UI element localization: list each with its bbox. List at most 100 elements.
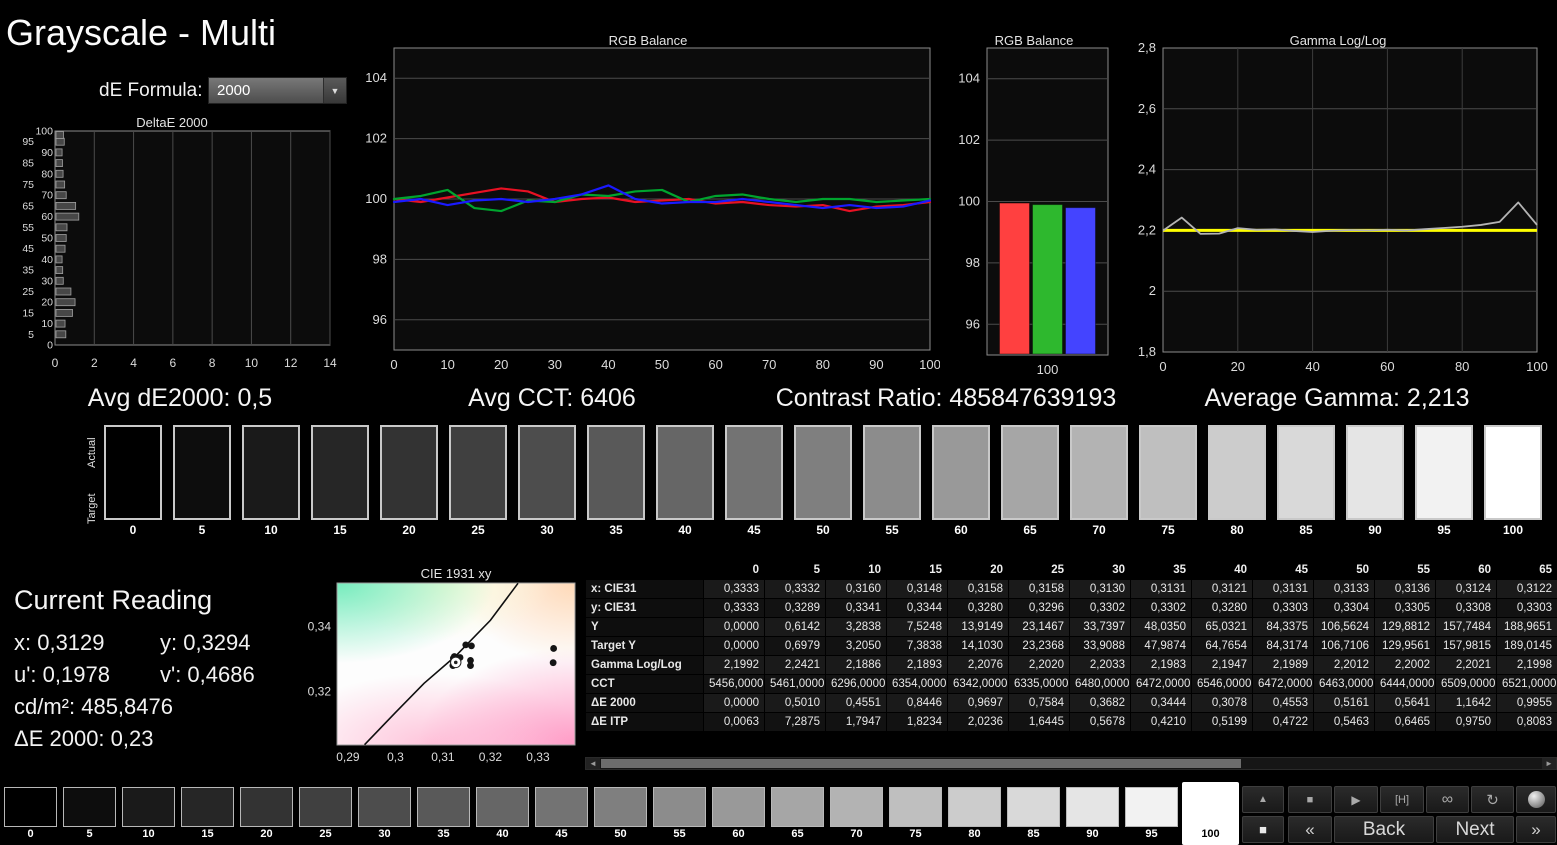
- grayscale-patch-bottom[interactable]: 55: [651, 782, 708, 845]
- table-cell: 0,3302: [1130, 598, 1192, 618]
- grayscale-patch-bottom[interactable]: 65: [769, 782, 826, 845]
- grayscale-patch-top: 85: [1277, 425, 1335, 537]
- swatch-label: 55: [885, 523, 899, 537]
- table-row: Gamma Log/Log 2,1992 2,2421 2,1886 2,1893 2,2…: [585, 655, 1557, 675]
- table-row: Target Y 0,0000 0,6979 3,2050 7,3838 14,1030 2…: [585, 636, 1557, 656]
- grayscale-patch-bottom[interactable]: 95: [1123, 782, 1180, 845]
- table-cell: 6444,0000: [1374, 674, 1436, 694]
- stat-avg-de2000: Avg dE2000: 0,5: [87, 384, 273, 412]
- svg-text:0,33: 0,33: [526, 750, 550, 764]
- next-button[interactable]: Next: [1436, 816, 1514, 843]
- swatch-fill: [948, 787, 1001, 827]
- svg-text:102: 102: [365, 131, 387, 146]
- table-cell: 0,5678: [1069, 712, 1131, 732]
- table-cell: 0,3136: [1374, 579, 1436, 599]
- column-header: 30: [1069, 560, 1131, 580]
- grayscale-patch-bottom[interactable]: 5: [61, 782, 118, 845]
- swatch-fill: [712, 787, 765, 827]
- grayscale-patch-top: 60: [932, 425, 990, 537]
- swatch-label: 35: [609, 523, 623, 537]
- table-cell: 0,3303: [1496, 598, 1557, 618]
- table-cell: 13,9149: [947, 617, 1009, 637]
- app-window: Grayscale - Multi dE Formula: 2000 ▼ Del…: [0, 0, 1557, 845]
- scroll-up-button[interactable]: ▲: [1242, 786, 1284, 813]
- svg-text:85: 85: [22, 158, 34, 170]
- swatch-label: 95: [1145, 828, 1158, 840]
- grayscale-patch-bottom[interactable]: 35: [415, 782, 472, 845]
- grayscale-patch-bottom[interactable]: 20: [238, 782, 295, 845]
- swatch-label: 45: [555, 828, 568, 840]
- table-cell: 0,3682: [1069, 693, 1131, 713]
- swatch-label: 30: [378, 828, 391, 840]
- grayscale-patch-bottom[interactable]: 50: [592, 782, 649, 845]
- table-cell: 2,1992: [703, 655, 765, 675]
- table-cell: 6521,0000: [1496, 674, 1557, 694]
- infinity-button[interactable]: ∞: [1426, 786, 1469, 813]
- grayscale-patch-bottom[interactable]: 25: [297, 782, 354, 845]
- grayscale-patch-bottom[interactable]: 70: [828, 782, 885, 845]
- table-row: y: CIE31 0,3333 0,3289 0,3341 0,3344 0,3280 0,…: [585, 598, 1557, 618]
- svg-text:40: 40: [601, 357, 615, 372]
- play-button[interactable]: ▶: [1334, 786, 1378, 813]
- scrollbar-thumb[interactable]: [601, 759, 1241, 768]
- table-cell: 2,2002: [1374, 655, 1436, 675]
- swatch-label: 60: [954, 523, 968, 537]
- stat-avg-cct: Avg CCT: 6406: [468, 384, 636, 412]
- grayscale-patch-bottom[interactable]: 85: [1005, 782, 1062, 845]
- grayscale-patch-bottom[interactable]: 45: [533, 782, 590, 845]
- grayscale-patch-top: 45: [725, 425, 783, 537]
- swatch-fill: [535, 787, 588, 827]
- reading-de2000: ΔE 2000: 0,23: [14, 726, 154, 751]
- grayscale-patch-bottom[interactable]: 40: [474, 782, 531, 845]
- grayscale-patch-bottom[interactable]: 80: [946, 782, 1003, 845]
- table-cell: 2,2033: [1069, 655, 1131, 675]
- gamma-chart-canvas: 1,8 2 2,2 2,4 2,6 2,8 0 20 40 60 80 100: [1138, 40, 1548, 374]
- grayscale-patch-bottom[interactable]: 15: [179, 782, 236, 845]
- sphere-icon: [1527, 791, 1545, 808]
- de-formula-value: 2000: [217, 82, 251, 99]
- column-header: 45: [1252, 560, 1314, 580]
- table-cell: 6342,0000: [947, 674, 1009, 694]
- back-button[interactable]: Back: [1334, 816, 1434, 843]
- table-cell: 0,3131: [1252, 579, 1314, 599]
- scroll-right-icon[interactable]: ►: [1542, 758, 1556, 769]
- sphere-button[interactable]: [1516, 786, 1556, 813]
- black-square-button[interactable]: ■: [1242, 816, 1284, 843]
- table-cell: 129,8812: [1374, 617, 1436, 637]
- rgb-balance-line-canvas: 96 98 100 102 104 0 10 20 30 40 50 60 70 80 90 100: [365, 47, 940, 372]
- grayscale-patch-bottom[interactable]: 100: [1182, 782, 1239, 845]
- grayscale-patch-bottom[interactable]: 75: [887, 782, 944, 845]
- scroll-left-icon[interactable]: ◄: [586, 758, 600, 769]
- svg-text:96: 96: [966, 316, 980, 331]
- grayscale-patch-bottom[interactable]: 60: [710, 782, 767, 845]
- svg-text:100: 100: [365, 191, 387, 206]
- page-last-button[interactable]: »: [1516, 816, 1556, 843]
- swatch-fill: [1125, 787, 1178, 827]
- swatch-fill: [594, 787, 647, 827]
- column-header: 65: [1496, 560, 1557, 580]
- table-horizontal-scrollbar[interactable]: ◄ ►: [585, 757, 1557, 770]
- de-formula-dropdown[interactable]: 2000 ▼: [208, 77, 347, 104]
- grayscale-patch-bottom[interactable]: 90: [1064, 782, 1121, 845]
- svg-text:4: 4: [130, 356, 137, 370]
- grayscale-patch-top: 5: [173, 425, 231, 537]
- page-first-button[interactable]: «: [1288, 816, 1332, 843]
- grayscale-patch-bottom[interactable]: 0: [2, 782, 59, 845]
- table-cell: 0,3133: [1313, 579, 1375, 599]
- grayscale-patch-bottom[interactable]: 10: [120, 782, 177, 845]
- svg-text:40: 40: [41, 254, 53, 266]
- grayscale-patch-top: 80: [1208, 425, 1266, 537]
- refresh-button[interactable]: ↻: [1471, 786, 1514, 813]
- de-formula-label: dE Formula:: [99, 80, 203, 101]
- svg-text:104: 104: [365, 70, 387, 85]
- table-cell: 0,4551: [825, 693, 887, 713]
- table-cell: 0,3344: [886, 598, 948, 618]
- measure-h-button[interactable]: [H]: [1380, 786, 1424, 813]
- grayscale-patch-bottom[interactable]: 30: [356, 782, 413, 845]
- table-cell: 0,3078: [1191, 693, 1253, 713]
- stop-button[interactable]: ■: [1288, 786, 1332, 813]
- grayscale-patch-top: 35: [587, 425, 645, 537]
- row-label: ΔE 2000: [585, 693, 704, 713]
- table-cell: 0,3304: [1313, 598, 1375, 618]
- row-label: Gamma Log/Log: [585, 655, 704, 675]
